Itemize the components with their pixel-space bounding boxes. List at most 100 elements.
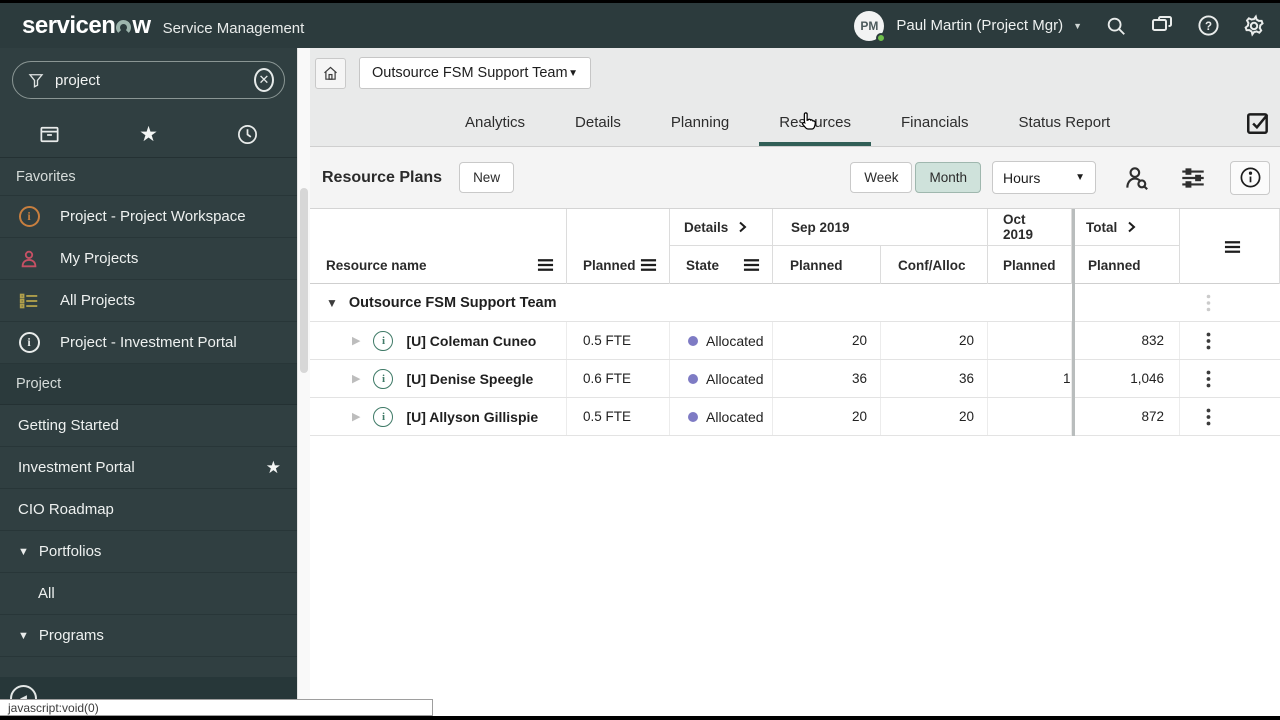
star-icon[interactable]: ★ [266, 458, 281, 478]
sep-planned-value: 36 [773, 360, 881, 397]
logo-wordmark: servicen w [22, 11, 151, 39]
column-sep-conf-alloc[interactable]: Conf/Alloc [881, 246, 988, 284]
filter-navigator-field[interactable]: ✕ [12, 61, 285, 99]
favorite-label: My Projects [60, 250, 139, 267]
svg-text:?: ? [1204, 21, 1211, 33]
sidebar-scrollbar[interactable] [297, 48, 310, 703]
settings-sliders-icon[interactable] [1178, 163, 1208, 193]
tab-all-applications[interactable] [0, 111, 99, 157]
servicenow-logo[interactable]: servicen w Service Management [22, 12, 304, 40]
oct-2019-header[interactable]: Oct 2019 [988, 209, 1071, 246]
nav-item-programs[interactable]: ▼ Programs [0, 615, 297, 657]
tab-analytics[interactable]: Analytics [445, 98, 545, 146]
caret-down-icon[interactable]: ▼ [18, 546, 29, 558]
tab-details[interactable]: Details [555, 98, 641, 146]
details-group-header[interactable]: Details [670, 209, 772, 246]
column-sep-planned[interactable]: Planned [773, 246, 881, 284]
column-resource-name[interactable]: Resource name [310, 209, 567, 284]
caret-down-icon: ▼ [1075, 172, 1085, 183]
main-content: Outsource FSM Support Team ▼ Analytics D… [310, 48, 1280, 716]
tab-status-report[interactable]: Status Report [999, 98, 1131, 146]
month-toggle-button[interactable]: Month [915, 162, 981, 193]
group-row-label: Outsource FSM Support Team [348, 294, 557, 311]
gear-icon[interactable] [1242, 13, 1266, 38]
nav-item-cio-roadmap[interactable]: CIO Roadmap [0, 489, 297, 531]
group-row-team[interactable]: ▼ Outsource FSM Support Team [310, 284, 1280, 322]
filter-navigator-input[interactable] [55, 71, 254, 89]
context-picker-dropdown[interactable]: Outsource FSM Support Team ▼ [359, 57, 591, 89]
column-group-oct-2019: Oct 2019 Planned [988, 209, 1072, 284]
nav-item-getting-started[interactable]: Getting Started [0, 405, 297, 447]
favorite-all-projects[interactable]: All Projects [0, 280, 297, 322]
person-icon [16, 248, 42, 270]
nav-item-portfolios[interactable]: ▼ Portfolios [0, 531, 297, 573]
new-button[interactable]: New [459, 162, 515, 193]
info-circle-icon: i [16, 206, 42, 227]
table-menu-icon[interactable] [1224, 240, 1241, 254]
resource-name[interactable]: [U] Coleman Cuneo [406, 333, 536, 349]
help-icon[interactable]: ? [1196, 14, 1220, 38]
tab-history[interactable] [198, 111, 297, 157]
column-state[interactable]: State [670, 246, 772, 284]
allocated-dot-icon [688, 335, 698, 346]
kebab-menu-icon[interactable] [1206, 370, 1211, 388]
favorite-project-workspace[interactable]: i Project - Project Workspace [0, 196, 297, 238]
connect-chat-icon[interactable] [1150, 14, 1174, 38]
scrollbar-thumb[interactable] [300, 188, 308, 373]
table-row[interactable]: ▶ i [U] Denise Speegle 0.6 FTE Allocated… [310, 360, 1280, 398]
kebab-menu-icon[interactable] [1206, 408, 1211, 426]
clear-filter-icon[interactable]: ✕ [254, 68, 274, 92]
column-planned[interactable]: Planned [567, 209, 670, 284]
caret-down-icon[interactable]: ▼ [326, 296, 338, 310]
find-resources-icon[interactable] [1122, 163, 1152, 193]
column-menu-icon[interactable] [537, 258, 554, 272]
favorite-label: All Projects [60, 292, 136, 309]
frozen-column-divider[interactable] [1072, 209, 1075, 436]
kebab-menu-icon[interactable] [1206, 332, 1211, 350]
user-menu[interactable]: Paul Martin (Project Mgr) [896, 17, 1063, 34]
table-row[interactable]: ▶ i [U] Coleman Cuneo 0.5 FTE Allocated … [310, 322, 1280, 360]
column-menu-icon[interactable] [743, 258, 760, 272]
column-label: State [686, 257, 720, 273]
resource-name[interactable]: [U] Allyson Gillispie [406, 409, 538, 425]
column-total-planned[interactable]: Planned [1072, 246, 1179, 284]
resource-name[interactable]: [U] Denise Speegle [406, 371, 533, 387]
table-row[interactable]: ▶ i [U] Allyson Gillispie 0.5 FTE Alloca… [310, 398, 1280, 436]
units-dropdown[interactable]: Hours ▼ [992, 161, 1096, 194]
favorite-investment-portal[interactable]: i Project - Investment Portal [0, 322, 297, 364]
favorite-my-projects[interactable]: My Projects [0, 238, 297, 280]
expand-row-icon[interactable]: ▶ [352, 334, 360, 347]
caret-down-icon[interactable]: ▼ [18, 630, 29, 642]
context-picker-value: Outsource FSM Support Team [372, 65, 568, 81]
group-label: Details [684, 219, 729, 235]
week-toggle-button[interactable]: Week [850, 162, 913, 193]
info-circle-icon[interactable]: i [373, 406, 394, 427]
tasks-checkbox-icon[interactable] [1245, 110, 1271, 141]
info-button[interactable] [1230, 160, 1270, 195]
tab-planning[interactable]: Planning [651, 98, 749, 146]
servicenow-screen: servicen w Service Management PM Paul Mar… [0, 0, 1280, 720]
expand-row-icon[interactable]: ▶ [352, 410, 360, 423]
favorites-section-label: Favorites [0, 158, 297, 196]
info-circle-icon[interactable]: i [373, 330, 394, 351]
sep-2019-header[interactable]: Sep 2019 [773, 209, 987, 246]
record-tabs: Analytics Details Planning Resources Fin… [310, 98, 1280, 147]
total-group-header[interactable]: Total [1072, 209, 1179, 246]
search-icon[interactable] [1104, 14, 1128, 38]
expand-row-icon[interactable]: ▶ [352, 372, 360, 385]
nav-item-investment-portal[interactable]: Investment Portal ★ [0, 447, 297, 489]
info-circle-icon[interactable]: i [373, 368, 394, 389]
oct-planned-value: 10 [988, 360, 1072, 397]
total-planned-value: 872 [1072, 398, 1180, 435]
kebab-menu-icon[interactable] [1206, 294, 1211, 312]
tab-financials[interactable]: Financials [881, 98, 989, 146]
user-avatar[interactable]: PM [854, 10, 887, 43]
column-oct-planned[interactable]: Planned [988, 246, 1071, 284]
chevron-down-icon[interactable]: ▼ [1073, 21, 1082, 31]
tab-favorites[interactable]: ★ [99, 111, 198, 157]
project-section-label: Project [0, 364, 297, 405]
group-label: Total [1086, 219, 1118, 235]
home-button[interactable] [315, 57, 346, 89]
nav-item-portfolios-all[interactable]: All [0, 573, 297, 615]
column-menu-icon[interactable] [640, 258, 657, 272]
